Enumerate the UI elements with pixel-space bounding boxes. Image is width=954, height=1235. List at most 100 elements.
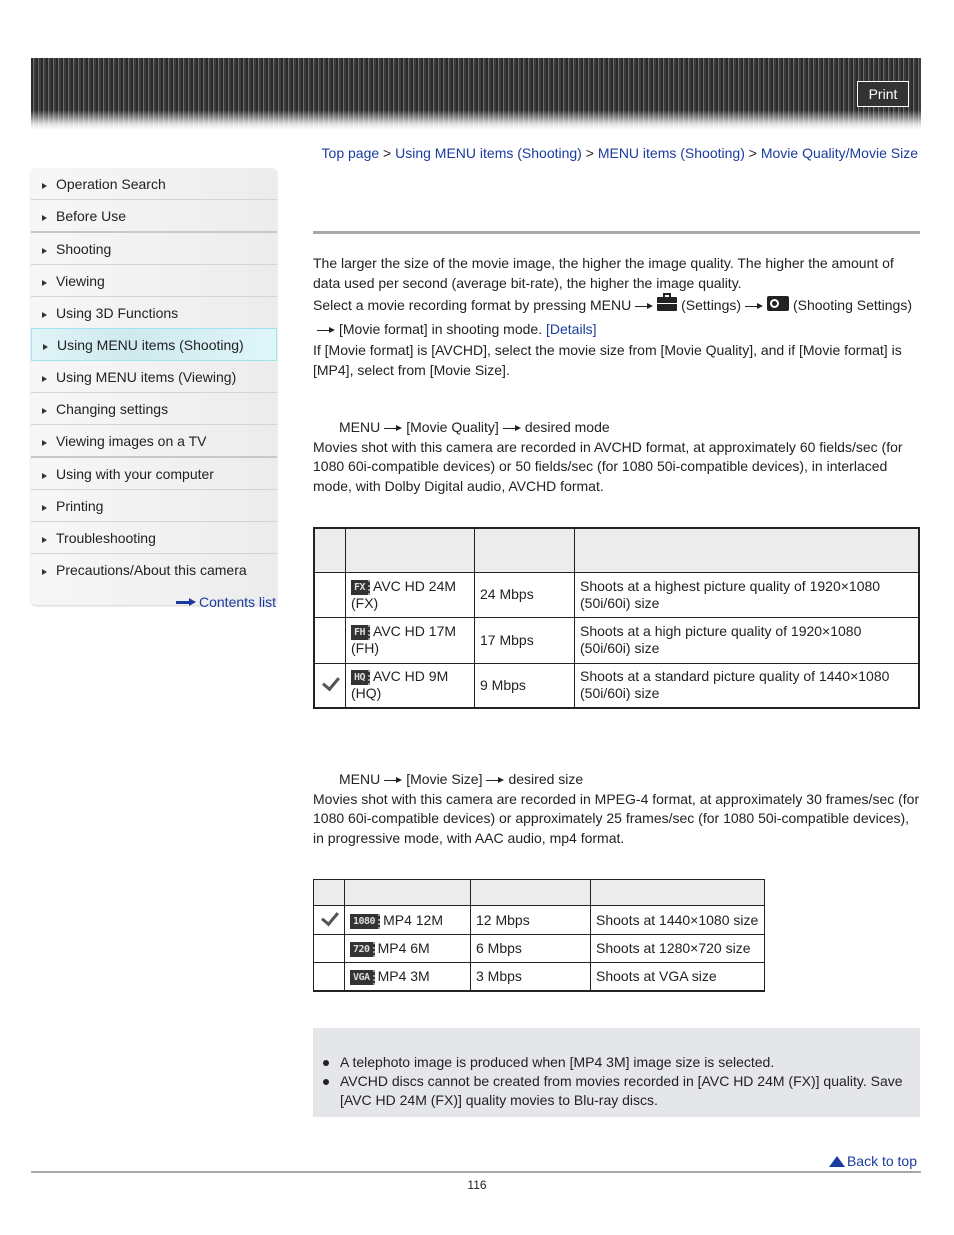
breadcrumb: Top page > Using MENU items (Shooting) >… — [322, 145, 918, 161]
intro-text: [Movie format] in shooting mode. — [339, 321, 543, 337]
notes-list: A telephoto image is produced when [MP4 … — [313, 1053, 913, 1110]
note-item: AVCHD discs cannot be created from movie… — [313, 1072, 913, 1110]
intro-menu-path: Select a movie recording format by press… — [313, 293, 920, 341]
sidebar-item-label: Using MENU items (Viewing) — [56, 368, 237, 385]
title-divider — [313, 231, 920, 234]
table-header-row — [313, 527, 920, 573]
movie-size-table: 1080 MP4 12M 12 Mbps Shoots at 1440×1080 … — [313, 879, 765, 992]
sidebar-item-printing[interactable]: Printing — [31, 490, 277, 522]
arrow-icon — [384, 776, 403, 784]
description-cell: Shoots at a highest picture quality of 1… — [574, 571, 920, 618]
movie-quality-steps: MENU [Movie Quality] desired mode — [313, 418, 920, 438]
details-link[interactable]: [Details] — [546, 321, 597, 337]
shooting-settings-camera-icon — [767, 296, 790, 311]
mode-cell: FH AVC HD 17M (FH) — [345, 616, 475, 664]
bitrate-cell: 3 Mbps — [470, 962, 591, 991]
description-cell: Shoots at a standard picture quality of … — [574, 662, 920, 709]
back-to-top-link[interactable]: Back to top — [828, 1153, 917, 1169]
size-name: MP4 12M — [383, 911, 444, 928]
description-cell: Shoots at 1440×1080 size — [590, 905, 765, 935]
breadcrumb-menu-items-shooting[interactable]: MENU items (Shooting) — [598, 145, 745, 161]
sidebar-item-viewing[interactable]: Viewing — [31, 265, 277, 297]
intro-format-paragraph: If [Movie format] is [AVCHD], select the… — [313, 342, 902, 378]
step-menu: MENU — [339, 771, 381, 787]
triangle-right-icon — [42, 504, 47, 511]
bitrate-cell: 12 Mbps — [470, 905, 591, 935]
sidebar-item-precautions[interactable]: Precautions/About this camera — [31, 554, 277, 585]
print-button[interactable]: Print — [857, 81, 909, 107]
header-cell — [345, 527, 475, 573]
size-cell: VGA MP4 3M — [344, 962, 471, 991]
hq-icon: HQ — [351, 670, 371, 686]
settings-label: (Settings) — [681, 297, 742, 313]
triangle-right-icon — [42, 472, 47, 479]
contents-list-label: Contents list — [199, 594, 277, 610]
header-banner: Print — [31, 58, 921, 130]
breadcrumb-using-menu-shooting[interactable]: Using MENU items (Shooting) — [395, 145, 582, 161]
movie-quality-description: Movies shot with this camera are recorde… — [313, 438, 903, 494]
intro-paragraph: The larger the size of the movie image, … — [313, 255, 894, 291]
sidebar-item-changing-settings[interactable]: Changing settings — [31, 393, 277, 425]
header-cell — [470, 879, 591, 906]
header-cell — [313, 527, 346, 573]
sidebar-item-computer[interactable]: Using with your computer — [31, 458, 277, 490]
sidebar-item-troubleshooting[interactable]: Troubleshooting — [31, 522, 277, 554]
sidebar-item-label: Before Use — [56, 207, 127, 224]
header-cell — [474, 527, 575, 573]
sidebar-item-before-use[interactable]: Before Use — [31, 200, 277, 233]
mode-cell: HQ AVC HD 9M (HQ) — [345, 662, 475, 709]
sidebar-item-label: Using MENU items (Shooting) — [57, 336, 244, 353]
sidebar-item-viewing-on-tv[interactable]: Viewing images on a TV — [31, 425, 277, 458]
size-name: MP4 6M — [377, 940, 430, 956]
step-movie-size: [Movie Size] — [406, 771, 483, 787]
selection-cell — [313, 934, 345, 963]
sidebar-item-operation-search[interactable]: Operation Search — [31, 168, 277, 200]
table-row[interactable]: 720 MP4 6M 6 Mbps Shoots at 1280×720 size — [313, 934, 765, 963]
step-desired-mode: desired mode — [524, 419, 610, 435]
size-cell: 1080 MP4 12M — [344, 905, 471, 935]
breadcrumb-top-page[interactable]: Top page — [322, 145, 380, 161]
intro-section: The larger the size of the movie image, … — [313, 254, 920, 380]
breadcrumb-current[interactable]: Movie Quality/Movie Size — [761, 145, 918, 161]
triangle-right-icon — [42, 311, 47, 318]
sidebar-item-menu-shooting[interactable]: Using MENU items (Shooting) — [31, 328, 277, 361]
selection-cell — [313, 616, 346, 664]
description-cell: Shoots at 1280×720 size — [590, 934, 765, 963]
triangle-up-icon — [828, 1155, 845, 1167]
sidebar-nav: Operation Search Before Use Shooting Vie… — [31, 168, 277, 605]
table-row[interactable]: FX AVC HD 24M (FX) 24 Mbps Shoots at a hi… — [313, 571, 920, 618]
table-row[interactable]: VGA MP4 3M 3 Mbps Shoots at VGA size — [313, 962, 765, 991]
step-menu: MENU — [339, 419, 381, 435]
sidebar-item-label: Using 3D Functions — [56, 304, 179, 321]
triangle-right-icon — [42, 214, 47, 221]
table-row[interactable]: 1080 MP4 12M 12 Mbps Shoots at 1440×1080 … — [313, 905, 765, 935]
movie-quality-table: FX AVC HD 24M (FX) 24 Mbps Shoots at a hi… — [313, 527, 920, 709]
size-cell: 720 MP4 6M — [344, 934, 471, 963]
header-cell — [590, 879, 765, 906]
arrow-icon — [384, 424, 403, 432]
contents-list-link[interactable]: Contents list — [176, 594, 276, 610]
header-cell — [344, 879, 471, 906]
checkmark-icon — [320, 676, 340, 690]
page-number: 116 — [467, 1178, 487, 1192]
720-icon: 720 — [350, 942, 375, 957]
table-row[interactable]: FH AVC HD 17M (FH) 17 Mbps Shoots at a hi… — [313, 616, 920, 664]
sidebar-item-menu-viewing[interactable]: Using MENU items (Viewing) — [31, 361, 277, 393]
triangle-right-icon — [42, 439, 47, 446]
description-cell: Shoots at a high picture quality of 1920… — [574, 616, 920, 664]
arrow-icon — [486, 776, 505, 784]
sidebar-item-label: Viewing — [56, 272, 105, 289]
checkmark-icon — [319, 911, 339, 925]
sidebar-item-shooting[interactable]: Shooting — [31, 233, 277, 265]
shooting-settings-label: (Shooting Settings) — [792, 297, 913, 313]
sidebar-item-label: Changing settings — [56, 400, 169, 417]
movie-size-description: Movies shot with this camera are recorde… — [313, 790, 920, 846]
sidebar-item-3d-functions[interactable]: Using 3D Functions — [31, 297, 277, 329]
step-desired-size: desired size — [508, 771, 584, 787]
bitrate-cell: 6 Mbps — [470, 934, 591, 963]
header-cell — [574, 527, 920, 573]
table-row[interactable]: HQ AVC HD 9M (HQ) 9 Mbps Shoots at a stan… — [313, 662, 920, 709]
table-header-row — [313, 879, 765, 906]
breadcrumb-separator: > — [379, 145, 396, 161]
selection-cell — [313, 662, 346, 709]
